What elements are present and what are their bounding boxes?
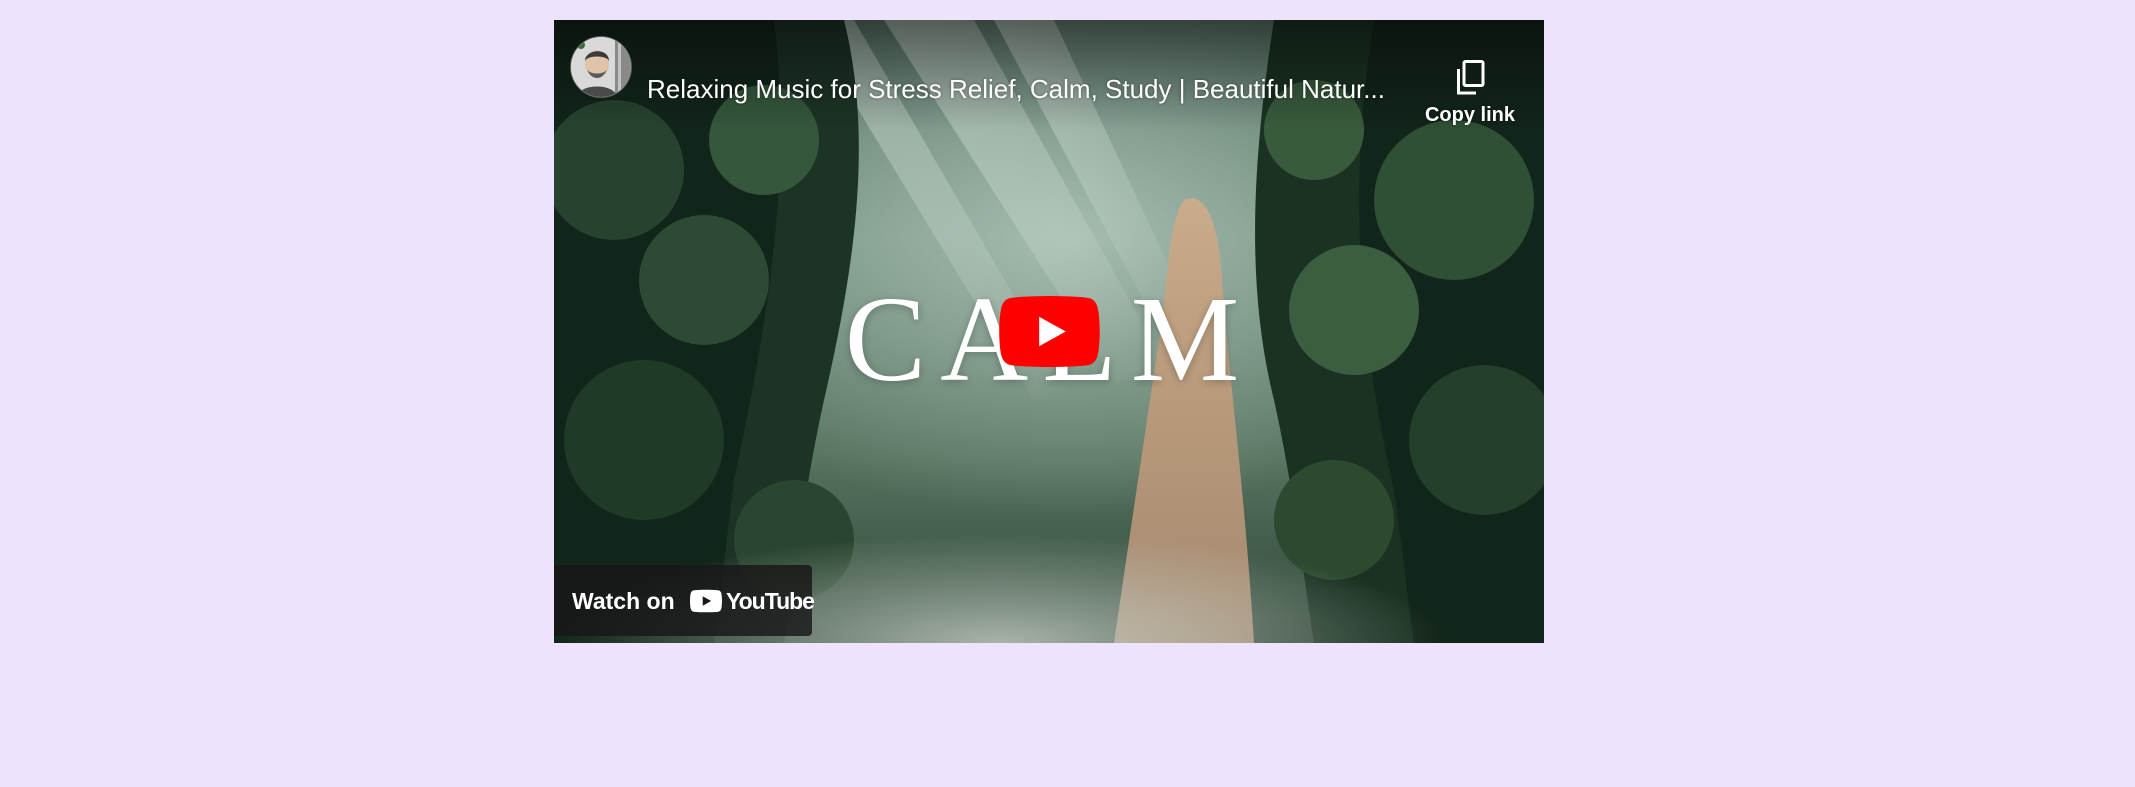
- watch-on-label: Watch on: [572, 588, 675, 614]
- play-button[interactable]: [999, 296, 1100, 367]
- copy-icon: [1457, 60, 1485, 95]
- youtube-embed-player[interactable]: Relaxing Music for Stress Relief, Calm, …: [554, 20, 1544, 643]
- watch-on-youtube-button[interactable]: Watch on YouTube: [554, 565, 815, 636]
- copy-link-button[interactable]: Copy link: [1412, 54, 1528, 134]
- channel-avatar-icon[interactable]: [571, 37, 631, 97]
- copy-link-label: Copy link: [1424, 104, 1515, 126]
- video-title[interactable]: Relaxing Music for Stress Relief, Calm, …: [647, 72, 1407, 106]
- youtube-logo-icon: YouTube: [690, 588, 815, 615]
- youtube-logo-text: YouTube: [726, 588, 815, 614]
